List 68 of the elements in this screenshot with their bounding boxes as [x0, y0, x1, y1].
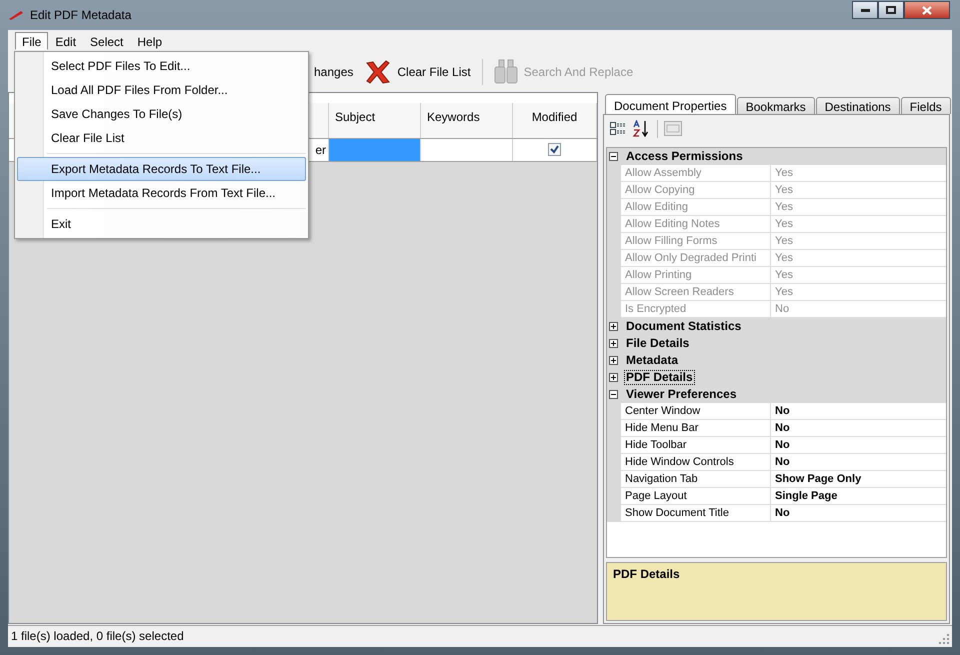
- property-value[interactable]: No: [771, 420, 946, 437]
- minimize-icon: [860, 8, 870, 12]
- expand-icon[interactable]: [609, 338, 618, 348]
- checkbox[interactable]: [548, 143, 561, 156]
- category-header[interactable]: PDF Details: [624, 370, 695, 385]
- menu-item[interactable]: Select: [83, 32, 130, 50]
- property-name: Allow Editing: [621, 198, 771, 216]
- menu-item[interactable]: Import Metadata Records From Text File...: [17, 181, 306, 205]
- collapse-icon[interactable]: [609, 390, 618, 399]
- app-icon: [8, 9, 24, 21]
- cross-icon: [365, 60, 392, 84]
- sort-icon[interactable]: [633, 120, 651, 138]
- property-name: Navigation Tab: [621, 470, 771, 488]
- expand-icon[interactable]: [609, 322, 618, 331]
- property-name: Allow Only Degraded Printi: [621, 250, 771, 267]
- window-title: Edit PDF Metadata: [30, 8, 132, 22]
- property-name: Allow Assembly: [621, 164, 771, 182]
- property-name: Page Layout: [621, 488, 771, 505]
- status-text: 1 file(s) loaded, 0 file(s) selected: [11, 629, 184, 644]
- column-header[interactable]: Modified: [513, 102, 597, 138]
- expand-icon[interactable]: [609, 372, 618, 382]
- property-value[interactable]: No: [771, 504, 946, 522]
- maximize-button[interactable]: [878, 1, 904, 19]
- property-value[interactable]: Show Page Only: [771, 470, 946, 488]
- property-name: Allow Printing: [621, 266, 771, 284]
- table-cell[interactable]: [329, 138, 421, 161]
- binoculars-icon: [494, 58, 518, 85]
- property-name: Allow Editing Notes: [621, 216, 771, 233]
- menu-item[interactable]: Exit: [17, 212, 306, 236]
- menu-item[interactable]: Edit: [48, 32, 84, 50]
- categorized-icon[interactable]: [610, 121, 627, 136]
- menu-item[interactable]: Export Metadata Records To Text File...: [17, 157, 306, 181]
- description-title: PDF Details: [613, 566, 680, 581]
- menu-item[interactable]: File: [15, 32, 48, 50]
- close-button[interactable]: [904, 1, 950, 19]
- menu-item[interactable]: Load All PDF Files From Folder...: [17, 78, 306, 102]
- category-header[interactable]: File Details: [624, 336, 692, 351]
- property-value[interactable]: No: [771, 436, 946, 454]
- column-header[interactable]: Subject: [329, 102, 421, 138]
- tab[interactable]: Fields: [900, 96, 951, 114]
- menu-item[interactable]: Select PDF Files To Edit...: [17, 54, 306, 78]
- property-name: Allow Filling Forms: [621, 232, 771, 250]
- resize-grip-icon[interactable]: [939, 634, 950, 645]
- maximize-icon: [886, 6, 896, 14]
- minimize-button[interactable]: [852, 1, 878, 19]
- expand-icon[interactable]: [609, 356, 618, 365]
- toolbar-button[interactable]: hanges: [311, 62, 356, 81]
- property-name: Hide Toolbar: [621, 436, 771, 454]
- property-name: Show Document Title: [621, 504, 771, 522]
- property-name: Hide Menu Bar: [621, 420, 771, 437]
- collapse-icon[interactable]: [609, 152, 618, 161]
- property-value[interactable]: No: [771, 454, 946, 471]
- menu-item[interactable]: Save Changes To File(s): [17, 102, 306, 126]
- toolbar-button[interactable]: Clear File List: [362, 58, 474, 86]
- property-name: Allow Copying: [621, 182, 771, 199]
- property-value[interactable]: Single Page: [771, 488, 946, 505]
- property-name: Is Encrypted: [621, 300, 771, 318]
- property-name: Center Window: [621, 402, 771, 420]
- menu-item[interactable]: Help: [130, 32, 170, 50]
- property-name: Hide Window Controls: [621, 454, 771, 471]
- tab[interactable]: Document Properties: [605, 94, 736, 114]
- close-icon: [922, 6, 932, 14]
- tab[interactable]: Bookmarks: [736, 96, 815, 114]
- category-header[interactable]: Metadata: [624, 352, 680, 368]
- column-header[interactable]: Keywords: [421, 102, 513, 138]
- property-name: Allow Screen Readers: [621, 284, 771, 301]
- tab[interactable]: Destinations: [816, 96, 900, 114]
- property-value[interactable]: No: [771, 402, 946, 420]
